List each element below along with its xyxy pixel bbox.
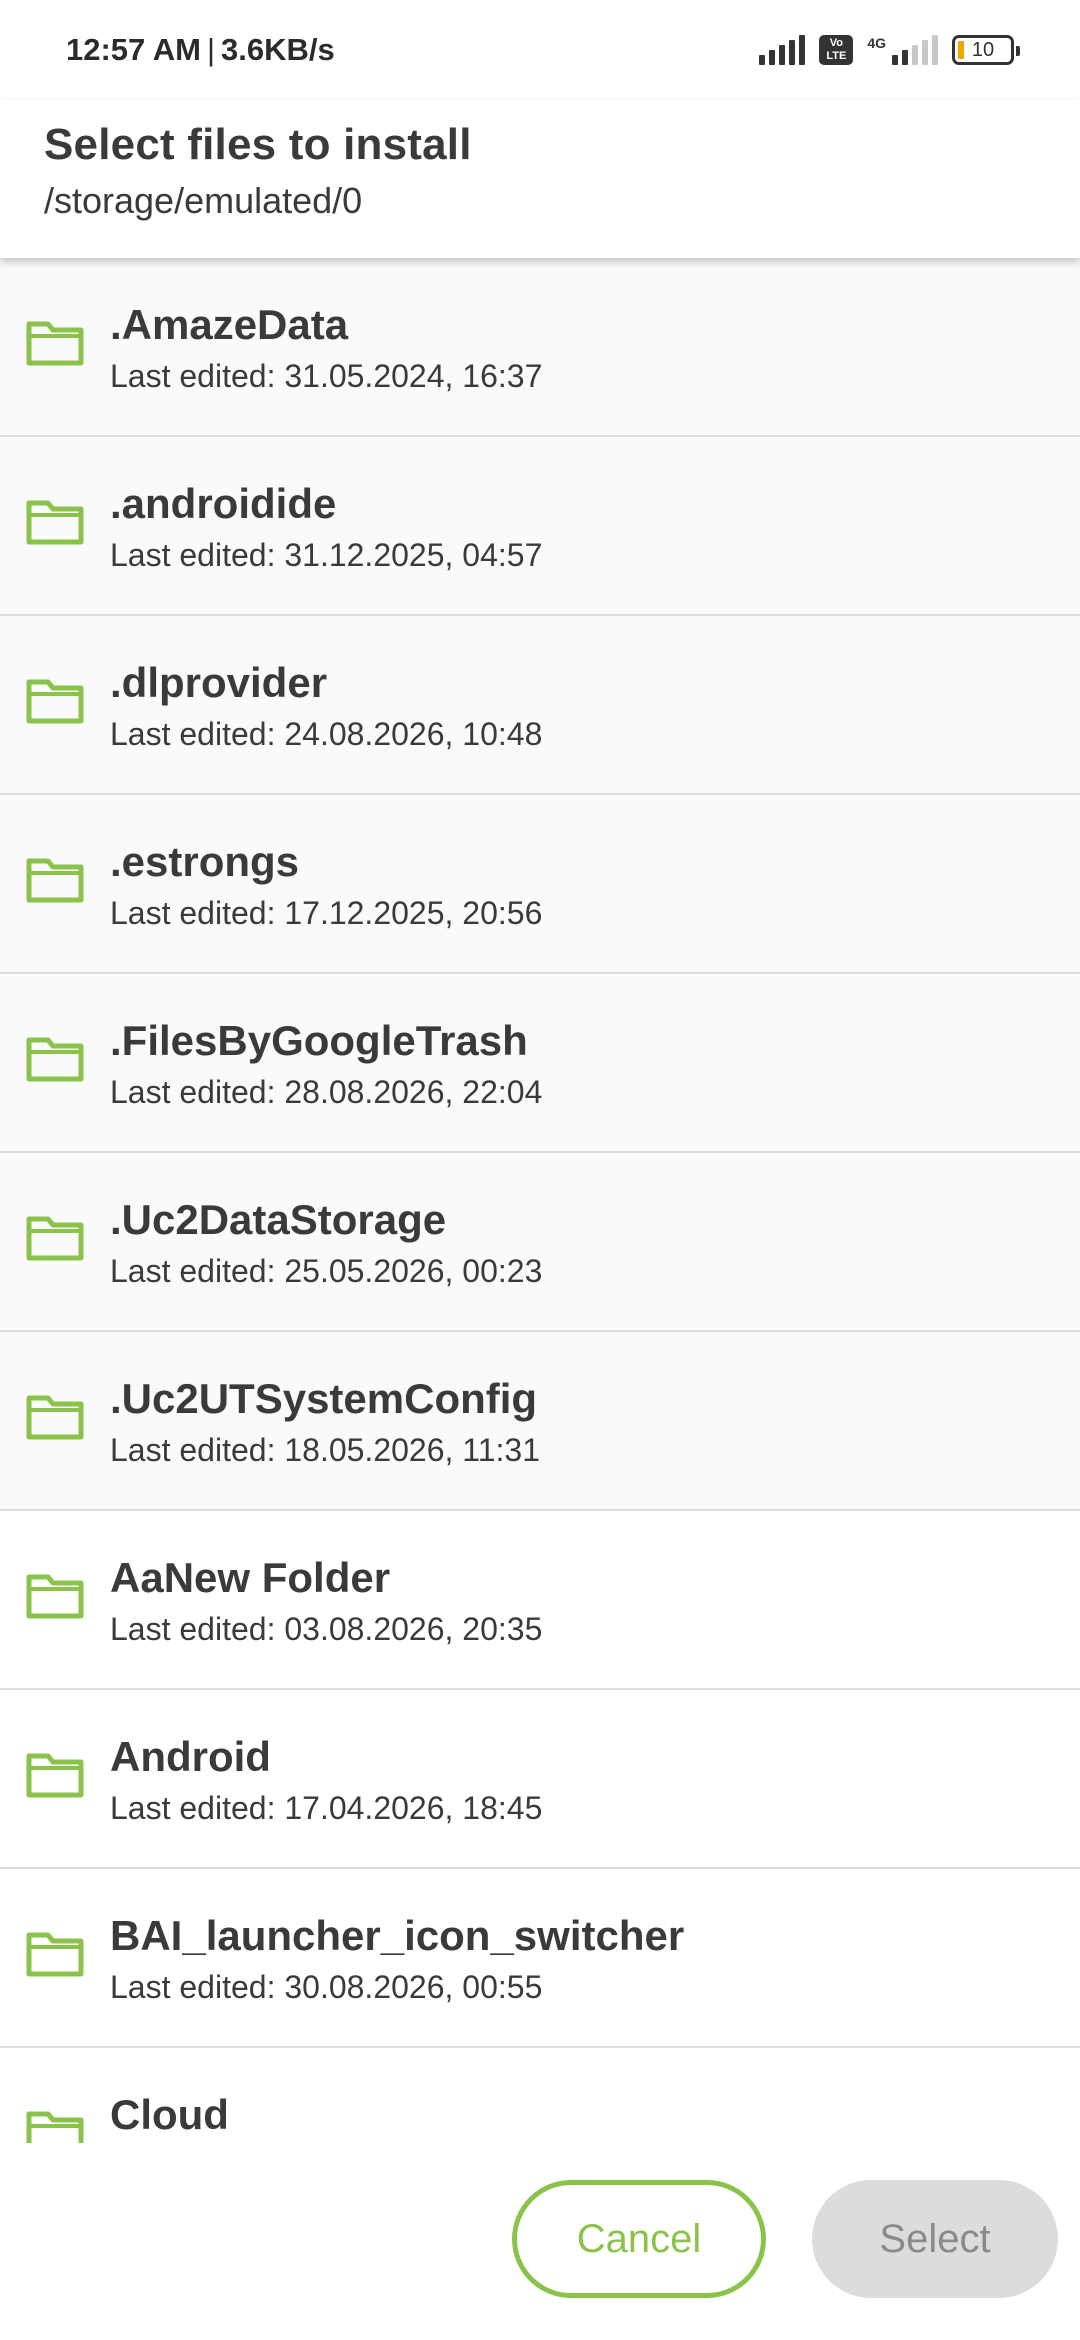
folder-icon xyxy=(26,2108,84,2143)
file-item-text: .AmazeData Last edited: 31.05.2024, 16:37 xyxy=(110,300,542,396)
file-list-item[interactable]: .Uc2DataStorage Last edited: 25.05.2026, … xyxy=(0,1153,1080,1332)
folder-icon xyxy=(26,1750,84,1798)
folder-icon xyxy=(26,855,84,903)
file-last-edited: Last edited: 24.08.2026, 10:48 xyxy=(110,716,543,752)
file-item-text: .FilesByGoogleTrash Last edited: 28.08.20… xyxy=(110,1016,542,1112)
file-last-edited: Last edited: 18.05.2026, 11:31 xyxy=(110,1432,540,1468)
file-name: .AmazeData xyxy=(110,301,349,348)
file-last-edited: Last edited: 28.08.2026, 22:04 xyxy=(110,1074,543,1110)
cancel-button[interactable]: Cancel xyxy=(512,2180,766,2298)
file-last-edited: Last edited: 30.08.2026, 00:55 xyxy=(110,1969,543,2005)
file-item-text: .androidide Last edited: 31.12.2025, 04:5… xyxy=(110,479,542,575)
file-list-item[interactable]: .AmazeData Last edited: 31.05.2024, 16:37 xyxy=(0,258,1080,437)
signal-strength-icon xyxy=(759,35,806,65)
file-name: .Uc2DataStorage xyxy=(110,1196,447,1243)
file-name: .dlprovider xyxy=(110,659,328,706)
file-list-item[interactable]: .Uc2UTSystemConfig Last edited: 18.05.202… xyxy=(0,1332,1080,1511)
file-list-item[interactable]: .androidide Last edited: 31.12.2025, 04:5… xyxy=(0,437,1080,616)
volte-top-label: Vo xyxy=(829,37,843,49)
file-item-text: Android Last edited: 17.04.2026, 18:45 xyxy=(110,1732,542,1828)
file-item-text: .estrongs Last edited: 17.12.2025, 20:56 xyxy=(110,837,542,933)
file-name: BAI_launcher_icon_switcher xyxy=(110,1912,685,1959)
file-item-text: BAI_launcher_icon_switcher Last edited: 3… xyxy=(110,1911,684,2007)
status-time: 12:57 AM xyxy=(66,32,201,67)
file-name: .androidide xyxy=(110,480,337,527)
dialog-title: Select files to install xyxy=(44,120,472,169)
file-list-item[interactable]: .estrongs Last edited: 17.12.2025, 20:56 xyxy=(0,795,1080,974)
file-name: .estrongs xyxy=(110,838,300,885)
file-last-edited: Last edited: 17.04.2026, 18:45 xyxy=(110,1790,543,1826)
file-last-edited: Last edited: 31.12.2025, 04:57 xyxy=(110,537,543,573)
file-list-item[interactable]: .dlprovider Last edited: 24.08.2026, 10:4… xyxy=(0,616,1080,795)
file-name: .Uc2UTSystemConfig xyxy=(110,1375,538,1422)
folder-icon xyxy=(26,1392,84,1440)
file-name: AaNew Folder xyxy=(110,1554,391,1601)
volte-bottom-label: LTE xyxy=(826,50,847,62)
volte-icon: Vo LTE xyxy=(819,35,854,65)
file-last-edited: Last edited: 03.08.2026, 20:35 xyxy=(110,1611,543,1647)
file-item-text: AaNew Folder Last edited: 03.08.2026, 20:… xyxy=(110,1553,542,1649)
select-button[interactable]: Select xyxy=(812,2180,1058,2298)
network-4g-icon: 4G xyxy=(867,35,938,65)
folder-icon xyxy=(26,318,84,366)
file-item-text: .Uc2DataStorage Last edited: 25.05.2026, … xyxy=(110,1195,542,1291)
file-list-item[interactable]: Cloud xyxy=(0,2048,1080,2143)
action-bar: Cancel Select xyxy=(0,2143,1080,2340)
file-name: .FilesByGoogleTrash xyxy=(110,1017,528,1064)
file-list[interactable]: .AmazeData Last edited: 31.05.2024, 16:37… xyxy=(0,258,1080,2143)
battery-icon: 10 xyxy=(952,35,1020,65)
file-last-edited: Last edited: 17.12.2025, 20:56 xyxy=(110,895,543,931)
status-time-speed: 12:57 AM | 3.6KB/s xyxy=(66,32,335,68)
folder-icon xyxy=(26,1929,84,1977)
file-list-item[interactable]: BAI_launcher_icon_switcher Last edited: 3… xyxy=(0,1869,1080,2048)
folder-icon xyxy=(26,1213,84,1261)
status-separator: | xyxy=(206,32,216,67)
file-last-edited: Last edited: 25.05.2026, 00:23 xyxy=(110,1253,543,1289)
dialog-header: Select files to install /storage/emulate… xyxy=(0,100,1080,258)
signal-strength-secondary-icon xyxy=(892,35,938,65)
status-bar: 12:57 AM | 3.6KB/s Vo LTE 4G 10 xyxy=(0,0,1080,100)
file-last-edited: Last edited: 31.05.2024, 16:37 xyxy=(110,358,543,394)
file-list-item[interactable]: Android Last edited: 17.04.2026, 18:45 xyxy=(0,1690,1080,1869)
network-speed: 3.6KB/s xyxy=(221,32,335,67)
battery-level: 10 xyxy=(971,38,995,61)
file-item-text: .Uc2UTSystemConfig Last edited: 18.05.202… xyxy=(110,1374,540,1470)
file-list-item[interactable]: AaNew Folder Last edited: 03.08.2026, 20:… xyxy=(0,1511,1080,1690)
folder-icon xyxy=(26,497,84,545)
file-picker-screen: 12:57 AM | 3.6KB/s Vo LTE 4G 10 Select fil… xyxy=(0,0,1080,2340)
file-name: Android xyxy=(110,1733,271,1780)
file-item-text: Cloud xyxy=(110,2090,229,2143)
network-type-label: 4G xyxy=(867,35,886,51)
file-item-text: .dlprovider Last edited: 24.08.2026, 10:4… xyxy=(110,658,542,754)
folder-icon xyxy=(26,676,84,724)
file-name: Cloud xyxy=(110,2091,229,2138)
folder-icon xyxy=(26,1571,84,1619)
current-path: /storage/emulated/0 xyxy=(44,180,363,221)
status-icons: Vo LTE 4G 10 xyxy=(759,35,1020,65)
folder-icon xyxy=(26,1034,84,1082)
file-list-item[interactable]: .FilesByGoogleTrash Last edited: 28.08.20… xyxy=(0,974,1080,1153)
